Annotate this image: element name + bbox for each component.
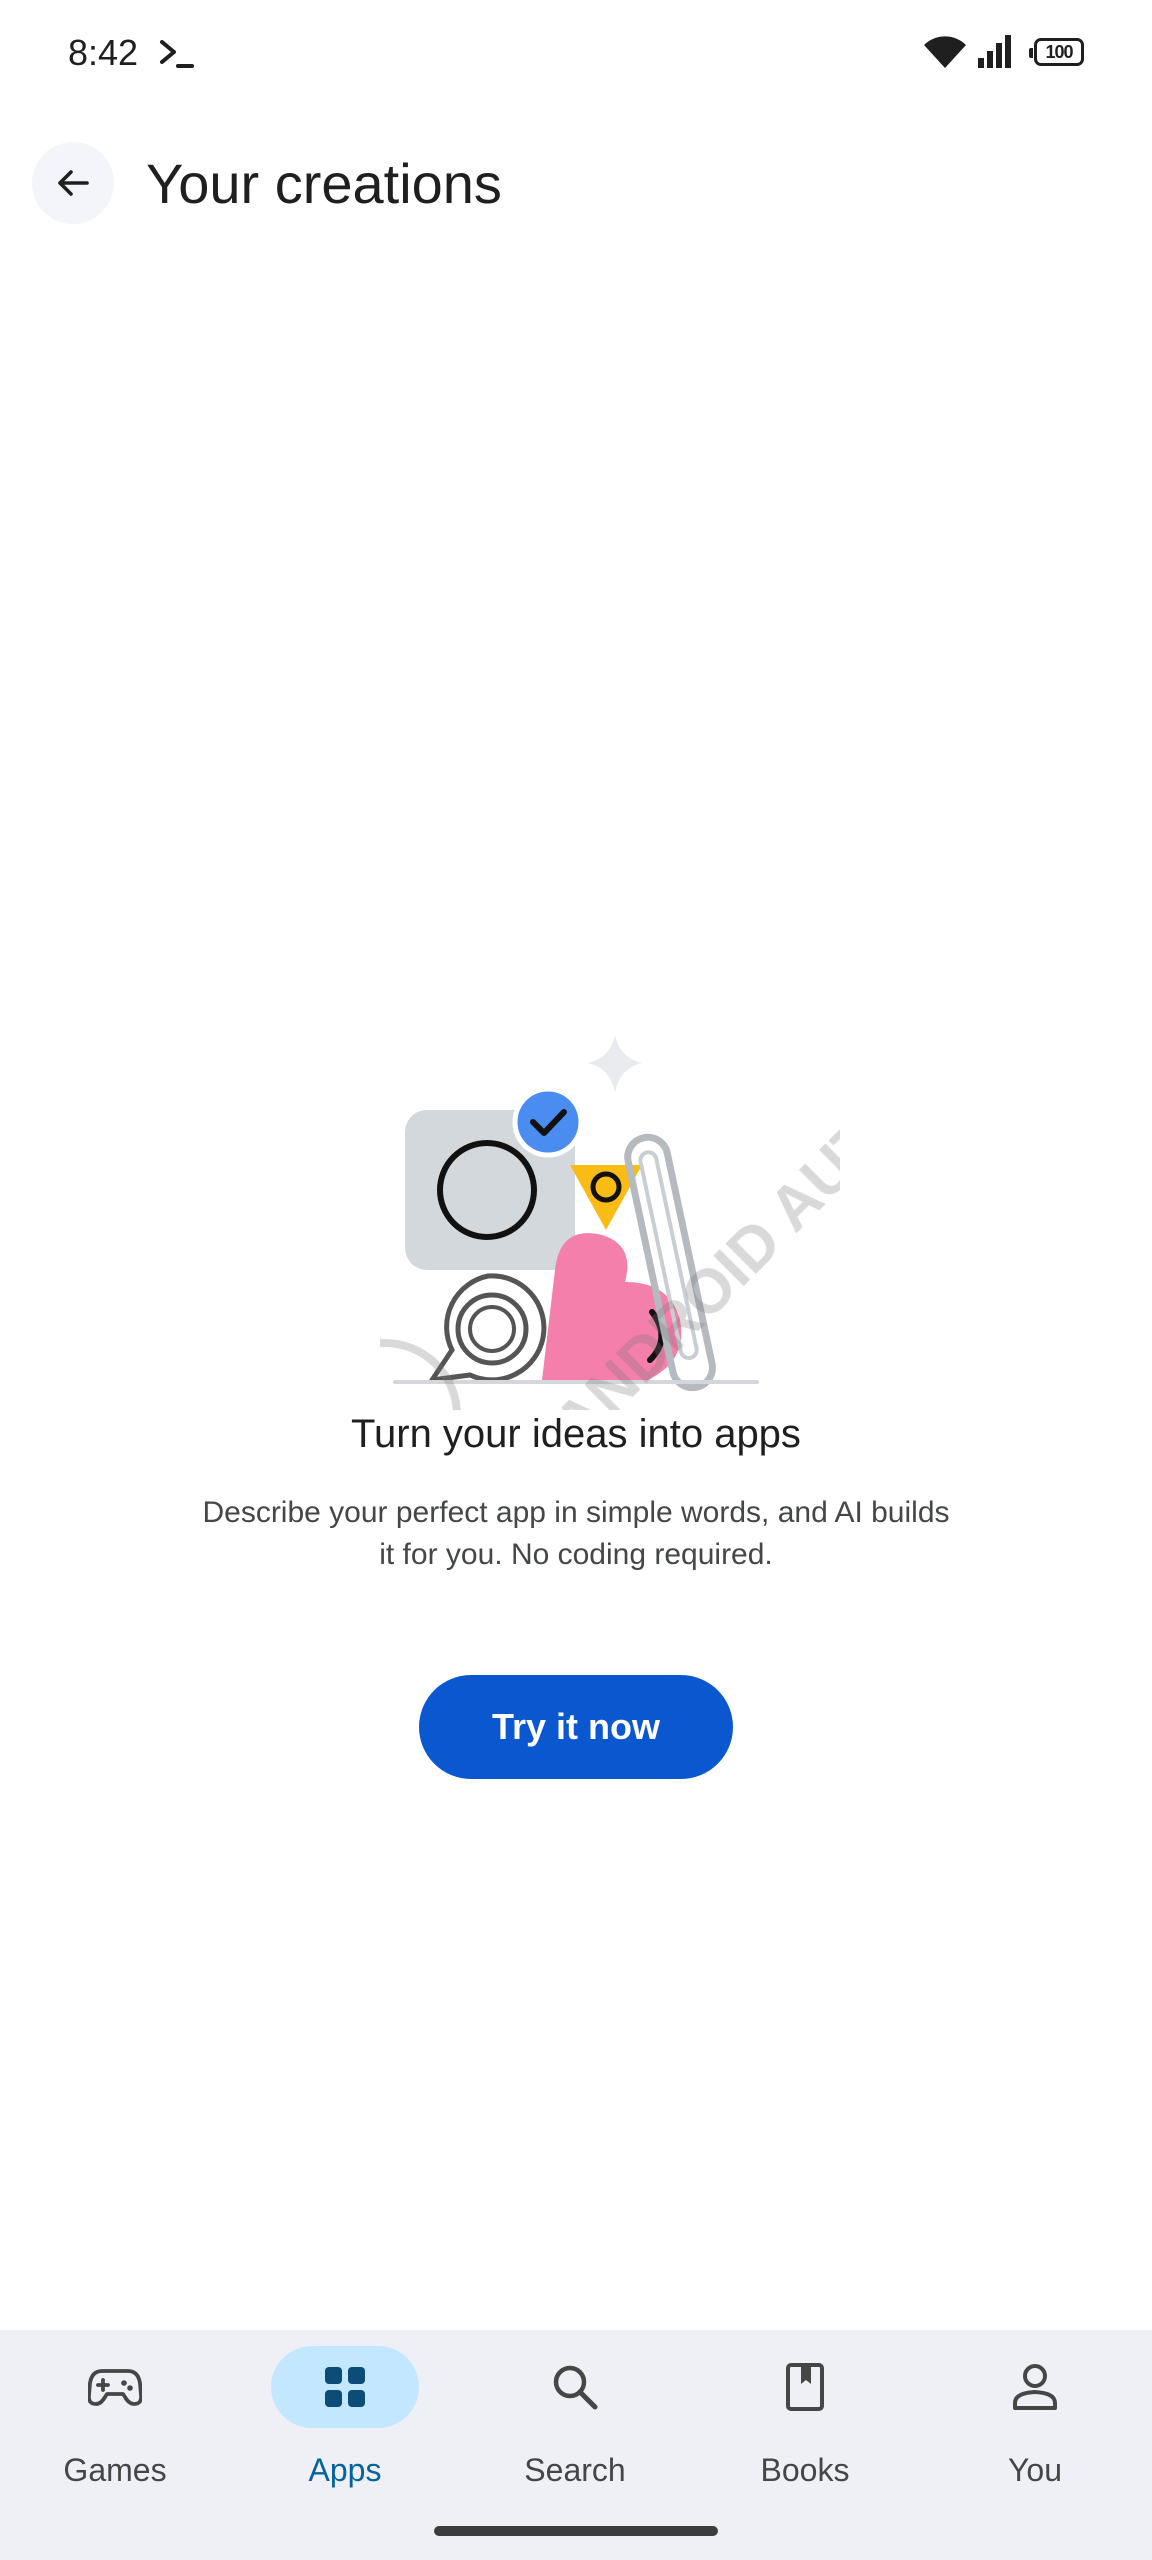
page-title: Your creations xyxy=(146,152,502,215)
gamepad-icon xyxy=(88,2369,142,2406)
nav-label-you: You xyxy=(1008,2452,1062,2488)
wifi-icon xyxy=(924,36,966,68)
battery-level: 100 xyxy=(1045,41,1073,62)
empty-state-title: Turn your ideas into apps xyxy=(351,1412,801,1456)
book-icon xyxy=(786,2363,824,2411)
terminal-icon xyxy=(160,40,194,68)
status-icons: 100 xyxy=(922,34,1084,70)
nav-icon-container xyxy=(501,2346,649,2428)
back-button[interactable] xyxy=(32,142,114,224)
sparkle-icon xyxy=(588,1035,642,1092)
nav-label-search: Search xyxy=(524,2452,626,2488)
status-time: 8:42 xyxy=(68,32,139,73)
nav-icon-container xyxy=(41,2346,189,2428)
nav-icon-container xyxy=(271,2346,419,2428)
apps-grid-icon xyxy=(325,2367,365,2407)
signal-icon xyxy=(978,35,1011,68)
check-badge-shape xyxy=(512,1086,584,1158)
search-icon xyxy=(553,2365,598,2410)
home-indicator[interactable] xyxy=(434,2526,718,2536)
nav-item-books[interactable]: Books xyxy=(690,2330,920,2530)
nav-item-games[interactable]: Games xyxy=(0,2330,230,2530)
chat-bubble-shape xyxy=(426,1273,547,1384)
arrow-back-icon xyxy=(58,170,89,196)
empty-state-description: Describe your perfect app in simple word… xyxy=(202,1496,950,1571)
battery-icon: 100 xyxy=(1029,38,1084,66)
app-bar: Your creations xyxy=(0,130,1152,230)
nav-item-search[interactable]: Search xyxy=(460,2330,690,2530)
nav-item-you[interactable]: You xyxy=(920,2330,1150,2530)
nav-label-games: Games xyxy=(63,2452,167,2488)
nav-icon-container xyxy=(731,2346,879,2428)
person-icon xyxy=(1013,2364,1057,2410)
status-bar: 8:42 100 xyxy=(0,0,1152,110)
nav-label-apps: Apps xyxy=(308,2452,382,2488)
try-it-now-button[interactable]: Try it now xyxy=(419,1675,733,1779)
nav-item-apps[interactable]: Apps xyxy=(230,2330,460,2530)
nav-icon-container xyxy=(961,2346,1109,2428)
creations-illustration: ANDROID AUTHORITY xyxy=(380,1020,840,1410)
nav-label-books: Books xyxy=(760,2452,850,2488)
